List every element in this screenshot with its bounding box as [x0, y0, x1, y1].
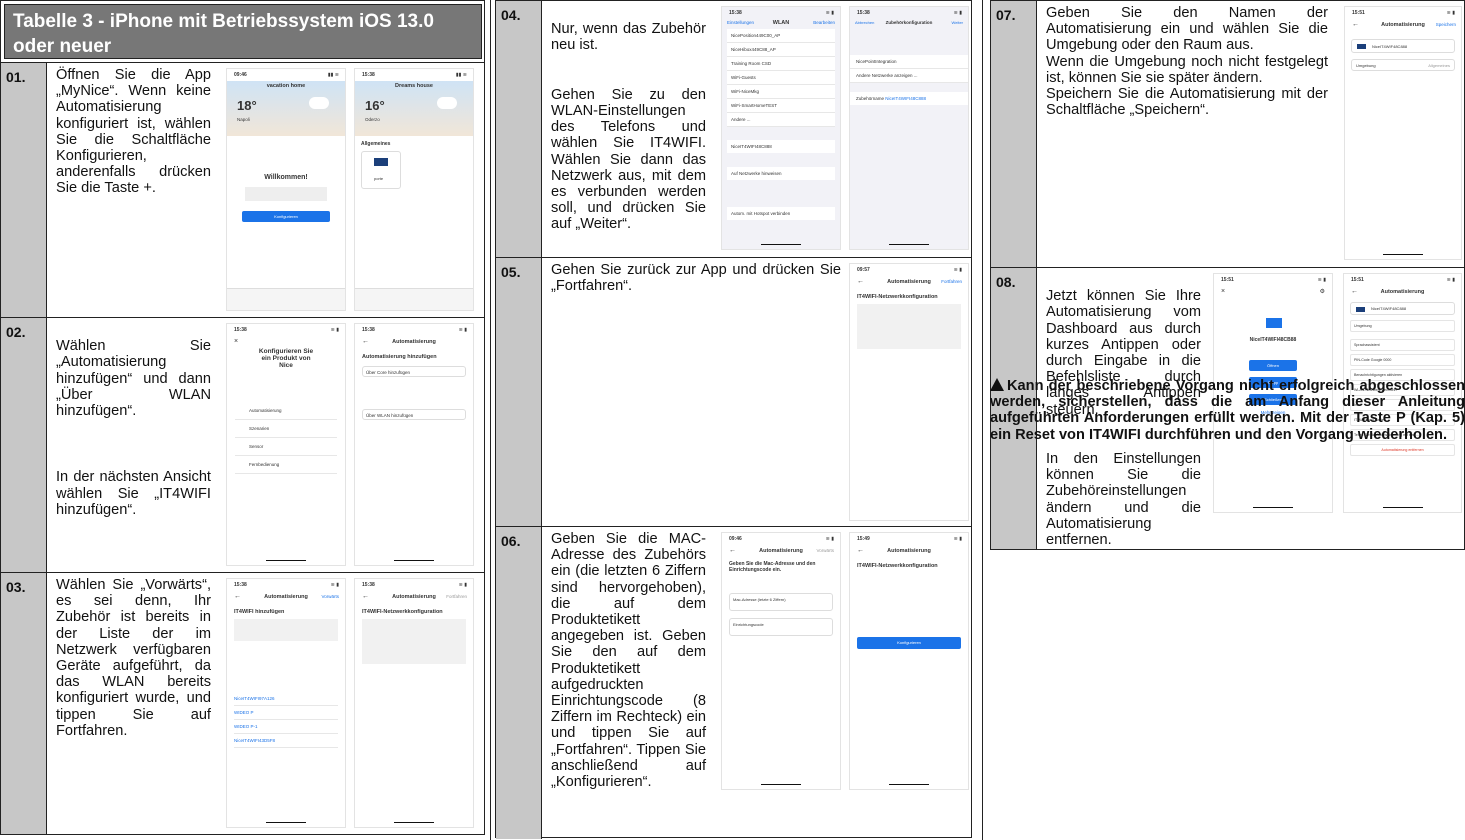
- step-06: 06. Geben Sie die MAC-Adresse des Zubehö…: [496, 526, 971, 839]
- steps-table-3: 07. Geben Sie den Namen der Automatisier…: [990, 0, 1465, 550]
- phone-screen: 15:38 ▮▮ ≋ Dreams house 16° Oderzo Allge…: [354, 68, 474, 311]
- step-text: Wählen Sie „Automatisierung hinzufügen“ …: [56, 338, 211, 518]
- step-05: 05. Gehen Sie zurück zur App und drücken…: [496, 257, 971, 526]
- column-divider: [490, 0, 491, 840]
- step-text: Öffnen Sie die App „MyNice“. Wenn keine …: [56, 67, 211, 197]
- phone-screen: 15:38 ≋ ▮ ← Automatisierung Fortfahren I…: [354, 578, 474, 828]
- step-number: 07.: [991, 1, 1037, 267]
- weather-card: vacation home 18° Napoli: [227, 81, 345, 136]
- warning-icon: [990, 378, 1004, 391]
- step-03: 03. Wählen Sie „Vorwärts“, es sei denn, …: [1, 572, 484, 834]
- weather-card: Dreams house 16° Oderzo: [355, 81, 473, 136]
- phone-screen: 15:38 ≋ ▮ × Konfigurieren Sie ein Produk…: [226, 323, 346, 566]
- tab-bar: [355, 288, 473, 310]
- column-divider: [982, 0, 983, 840]
- wifi-list: NicePosition449C00_AP NiceHibox449C88_AP…: [727, 29, 835, 127]
- gate-icon: [1356, 307, 1365, 312]
- step-number: 06.: [496, 527, 542, 839]
- step-02: 02. Wählen Sie „Automatisierung hinzufüg…: [1, 317, 484, 572]
- device-list: NiceIT4WIFI97A126 WIDEO P WIDEO P-1 Nice…: [234, 692, 338, 748]
- gate-icon: [1357, 44, 1366, 49]
- phone-screen: 15:38 ≋ ▮ Einstellungen WLAN Bearbeiten …: [721, 6, 841, 250]
- step-number: 05.: [496, 258, 542, 526]
- configure-button[interactable]: Konfigurieren: [242, 211, 330, 222]
- steps-table-1: Tabelle 3 - iPhone mit Betriebssystem iO…: [0, 0, 485, 835]
- step-text: Wählen Sie „Vorwärts“, es sei denn, Ihr …: [56, 577, 211, 739]
- phone-screen: 09:46 ▮▮ ≋ vacation home 18° Napoli Will…: [226, 68, 346, 311]
- step-number: 03.: [1, 573, 47, 834]
- step-07: 07. Geben Sie den Namen der Automatisier…: [991, 1, 1464, 267]
- name-field[interactable]: NiceIT4WIF48C888: [1351, 39, 1455, 53]
- device-card[interactable]: porte: [361, 151, 401, 189]
- step-number: 04.: [496, 1, 542, 257]
- warning-note: Kann der beschriebene Vorgang nicht erfo…: [990, 378, 1465, 443]
- gear-icon[interactable]: ⚙: [1320, 288, 1325, 295]
- cloud-icon: [309, 97, 329, 109]
- environment-field[interactable]: Umgebung Allgemeines: [1351, 59, 1455, 71]
- phone-screen: 15:38 ≋ ▮ ← Automatisierung Automatisier…: [354, 323, 474, 566]
- close-icon[interactable]: ×: [1221, 288, 1225, 295]
- gate-icon: [1266, 318, 1282, 328]
- step-text: Geben Sie die MAC-Adresse des Zubehörs e…: [551, 531, 706, 791]
- step-01: 01. Öffnen Sie die App „MyNice“. Wenn ke…: [1, 62, 484, 317]
- step-text: Gehen Sie zurück zur App und drücken Sie…: [551, 262, 841, 295]
- phone-screen: 15:51 ≋ ▮ ← Automatisierung Speichern Ni…: [1344, 6, 1462, 260]
- tab-bar: [227, 288, 345, 310]
- step-text: Geben Sie den Namen der Automatisierung …: [1046, 5, 1328, 119]
- step-number: 02.: [1, 318, 47, 572]
- step-text: Nur, wenn das Zubehör neu ist. Gehen Sie…: [551, 21, 706, 233]
- cloud-icon: [437, 97, 457, 109]
- table-title: Tabelle 3 - iPhone mit Betriebssystem iO…: [4, 4, 482, 59]
- step-04: 04. Nur, wenn das Zubehör neu ist. Gehen…: [496, 1, 971, 257]
- phone-screen: 15:49 ≋ ▮ ← Automatisierung IT4WIFI-Netz…: [849, 532, 969, 790]
- steps-table-2: 04. Nur, wenn das Zubehör neu ist. Gehen…: [495, 0, 972, 839]
- product-list: Automatisierung Szenarien Sensor Fernbed…: [235, 402, 337, 474]
- phone-screen: 09:46 ≋ ▮ ← Automatisierung Vorwärts Geb…: [721, 532, 841, 790]
- step-number: 01.: [1, 63, 47, 317]
- configure-button[interactable]: Konfigurieren: [857, 637, 961, 649]
- close-icon[interactable]: ×: [234, 338, 238, 345]
- phone-screen: 15:38 ≋ ▮ Abbrechen Zubehörkonfiguration…: [849, 6, 969, 250]
- gate-icon: [374, 158, 388, 166]
- phone-screen: 09:57 ≋ ▮ ← Automatisierung Fortfahren I…: [849, 263, 969, 521]
- phone-screen: 15:38 ≋ ▮ ← Automatisierung Vorwärts IT4…: [226, 578, 346, 828]
